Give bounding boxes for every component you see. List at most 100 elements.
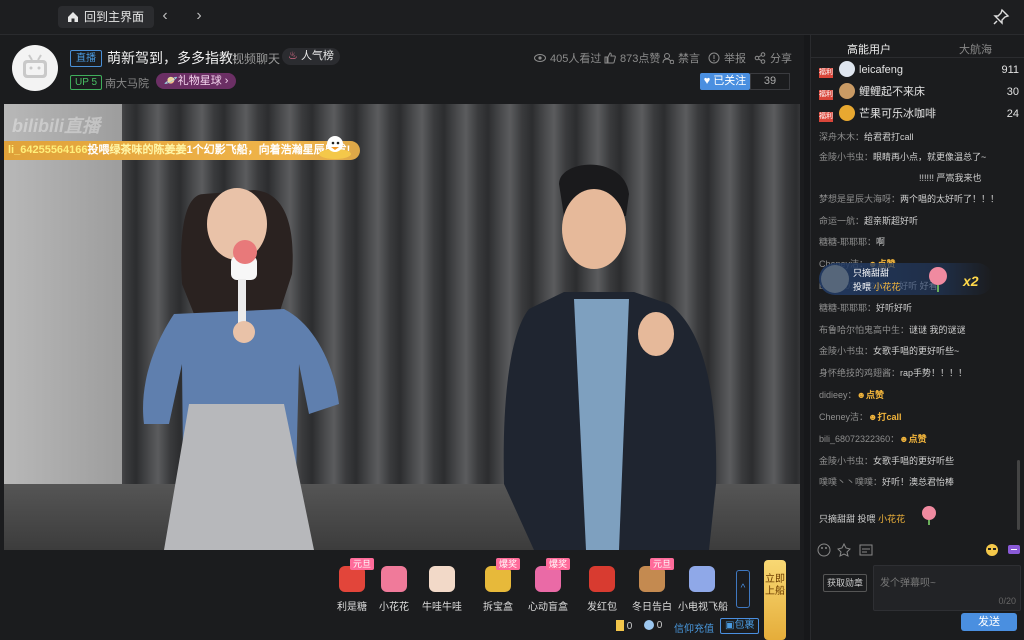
chat-user[interactable]: didieey： (819, 390, 857, 400)
emote-face-icon: ☻ (856, 390, 867, 400)
chat-message: didieey：☻点赞 (819, 388, 884, 401)
gift-item[interactable]: 小花花 (370, 566, 418, 613)
gift-planet-badge[interactable]: 🪐礼物星球 › (156, 73, 237, 89)
gift-item[interactable]: 发红包 (578, 566, 626, 613)
tab-voyage[interactable]: 大航海 (959, 41, 992, 57)
forward-arrow-icon[interactable]: › (192, 8, 206, 24)
chat-text: 女歌手唱的更好听些~ (873, 346, 960, 356)
rank-row[interactable]: 福利 鲤鲤起不来床 30 (819, 83, 1019, 101)
chat-text: 两个唱的太好听了！！！ (900, 194, 1000, 204)
rank-badge: 福利 (819, 90, 833, 100)
up-level-badge: UP 5 (70, 75, 103, 90)
sticker-icon[interactable] (837, 543, 851, 557)
emoji-icon[interactable] (985, 543, 999, 557)
banner-verb: 投喂 (87, 144, 110, 156)
gift-label: 拆宝盒 (483, 602, 513, 613)
likes-label: 873点赞 (620, 53, 661, 65)
chat-user[interactable]: 深舟木木： (819, 132, 864, 142)
chat-user[interactable]: 糖糖-耶耶耶： (819, 303, 876, 313)
spaceship-mascot-icon (319, 136, 351, 159)
float-gift-desc: 投喂 小花花 (853, 280, 901, 293)
chat-user[interactable]: 噗噗丶丶噗噗： (819, 477, 882, 487)
gift-item[interactable]: 冬日告白 元旦 (628, 558, 676, 613)
chat-text: rap手势！！！！ (900, 368, 968, 378)
back-arrow-icon[interactable]: ‹ (158, 8, 172, 24)
tv-mascot-icon (23, 54, 47, 78)
gift-item[interactable]: 心动盲盒 爆奖 (524, 558, 572, 613)
likes-stat[interactable]: 873点赞 (604, 50, 660, 66)
rank-badge: 福利 (819, 68, 833, 78)
chat-user[interactable]: 命运一航： (819, 216, 864, 226)
chat-text: 眼睛再小点，就更像温总了~ (873, 152, 987, 162)
board-ship-button[interactable]: 立即上船 (764, 560, 786, 640)
follower-count: 39 (750, 73, 790, 90)
room-title: 萌新驾到，多多指教! (107, 50, 237, 66)
rank-badge: 福利 (819, 112, 833, 122)
emote-face-icon: ☻ (868, 412, 878, 422)
chat-text: 点赞 (866, 390, 885, 400)
chat-message: 布鲁哈尔怕鬼高中生：谜谜 我的谜谜 (819, 323, 966, 336)
gift-combo: x2 (963, 273, 979, 289)
room-category[interactable]: 视频聊天 (232, 50, 280, 67)
ban-button[interactable]: 禁言 (662, 50, 700, 66)
gift-item[interactable]: 拆宝盒 爆奖 (474, 558, 522, 613)
chat-user[interactable]: 梦想是星辰大海呀： (819, 194, 900, 204)
float-gift-verb: 投喂 (853, 282, 872, 292)
main-panel: 直播 萌新驾到，多多指教! 视频聊天 ♨ 人气榜 UP 5 南大马院 🪐礼物星球… (0, 35, 804, 640)
banner-target: 绿茶味的陈姜姜 (109, 144, 187, 156)
performers-illustration (143, 164, 717, 550)
chat-user[interactable]: 金陵小书虫： (819, 152, 873, 162)
chat-user[interactable]: bili_68072322360： (819, 434, 899, 444)
chat-scrollbar[interactable] (1017, 460, 1020, 530)
pin-icon[interactable] (992, 8, 1010, 26)
chat-message: bili_68072322360：☻点赞 (819, 432, 927, 445)
backpack-button[interactable]: ▣包裹 (720, 618, 760, 634)
silver-balance[interactable]: 0 (644, 620, 662, 631)
streamer-avatar[interactable] (12, 45, 58, 91)
text-mode-icon[interactable] (859, 543, 873, 557)
chat-message: Cheney洁：☻打call (819, 410, 902, 423)
chat-user[interactable]: 布鲁哈尔怕鬼高中生： (819, 325, 909, 335)
chat-user[interactable]: 金陵小书虫： (819, 456, 873, 466)
popularity-rank[interactable]: ♨ 人气榜 (282, 48, 340, 65)
chat-user[interactable]: 金陵小书虫： (819, 346, 873, 356)
palette-icon[interactable] (817, 543, 831, 557)
gift-icon (589, 566, 615, 592)
float-gift-user: 只摘甜甜 (853, 268, 890, 278)
rank-row[interactable]: 福利 leicafeng 911 (819, 61, 1019, 79)
gift-item[interactable]: 牛哇牛哇 (418, 566, 466, 613)
chat-text: 啊 (876, 237, 886, 247)
live-video-player[interactable]: bilibili直播 li_64255564166投喂绿茶味的陈姜姜1个幻影飞船… (4, 104, 800, 550)
report-label: 举报 (724, 53, 746, 65)
chat-text: 点赞 (908, 434, 927, 444)
follow-button[interactable]: ♥ 已关注 (700, 73, 750, 90)
gift-item[interactable]: 小电视飞船 (678, 566, 728, 613)
last-gift-user: 只摘甜甜 (819, 514, 856, 524)
chat-bubble-icon[interactable] (1007, 543, 1021, 557)
share-button[interactable]: 分享 (754, 50, 792, 66)
expand-gifts-button[interactable]: ^ (736, 570, 750, 608)
chat-message: 噗噗丶丶噗噗：好听！澳总君怡棒 (819, 475, 954, 488)
get-medal-button[interactable]: 获取勋章 (823, 574, 867, 592)
recharge-link[interactable]: 信仰充值 (674, 620, 714, 635)
ban-label: 禁言 (678, 53, 700, 65)
gift-label: 小电视飞船 (678, 602, 728, 613)
tab-high-energy-users[interactable]: 高能用户 (847, 41, 891, 57)
gift-badge: 元旦 (649, 558, 674, 570)
home-button[interactable]: 回到主界面 (58, 6, 155, 28)
chat-toolbar (817, 543, 1020, 559)
chat-user[interactable]: 糖糖-耶耶耶： (819, 237, 876, 247)
chat-message: 深舟木木：给君君打call (819, 130, 914, 143)
chat-user[interactable]: 身怀绝技的鸡翅酱： (819, 368, 900, 378)
send-button[interactable]: 发送 (961, 613, 1017, 631)
gift-item[interactable]: 利是糖 元旦 (328, 558, 376, 613)
gold-balance[interactable]: 0 (616, 620, 632, 632)
gift-icon (429, 566, 455, 592)
report-button[interactable]: 举报 (708, 50, 746, 66)
rank-row[interactable]: 福利 芒果可乐冰咖啡 24 (819, 105, 1019, 123)
danmaku-input[interactable]: 发个弹幕呗~ 0/20 (873, 565, 1021, 611)
video-watermark: bilibili直播 (12, 116, 100, 136)
watchers-label: 405人看过 (550, 53, 602, 65)
chat-user[interactable]: Cheney洁： (819, 412, 868, 422)
live-tag: 直播 (70, 50, 102, 67)
